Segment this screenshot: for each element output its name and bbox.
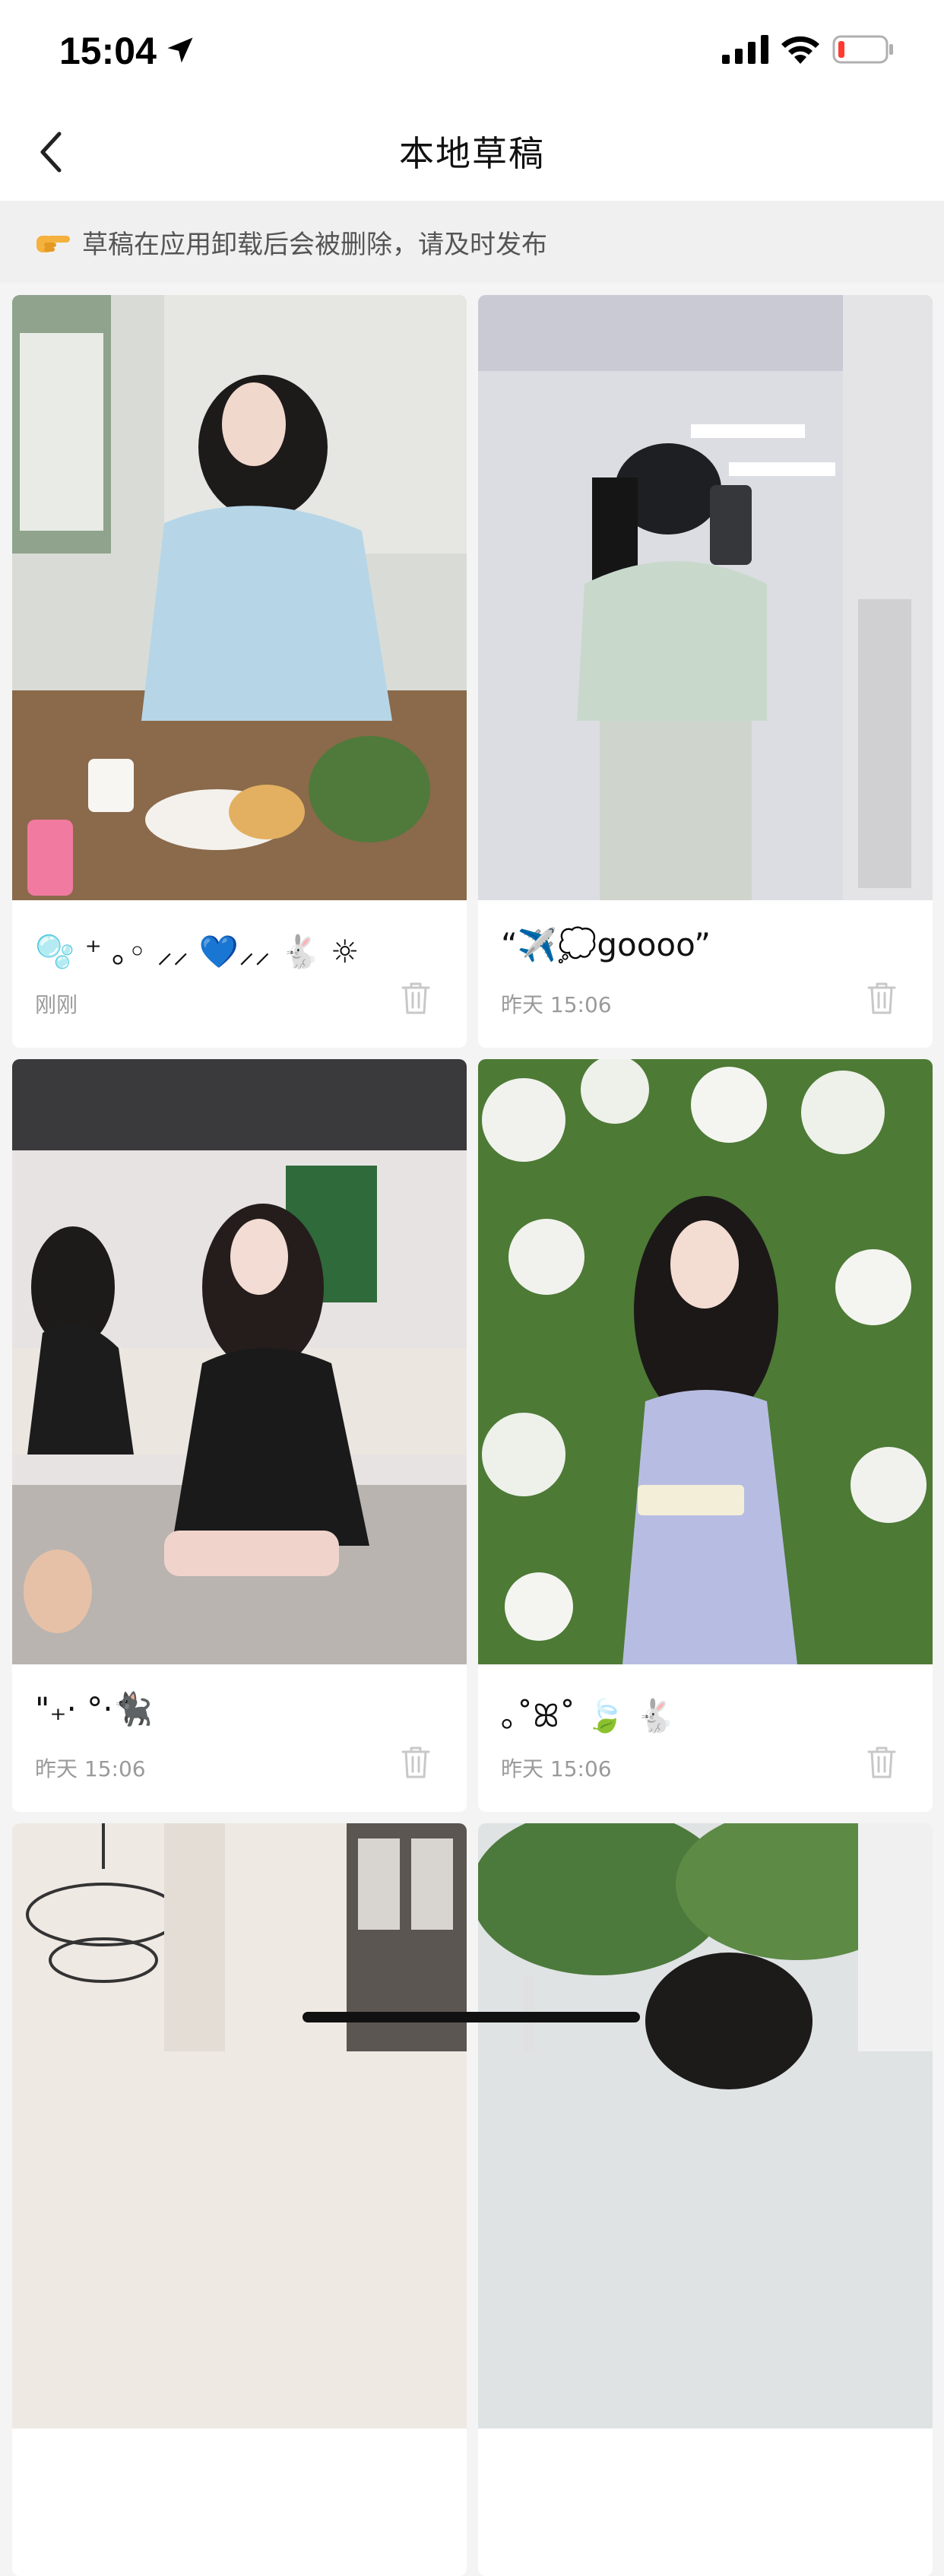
notice-banner: 草稿在应用卸载后会被删除，请及时发布 (0, 201, 944, 283)
trash-icon[interactable] (400, 1745, 432, 1780)
draft-card[interactable]: “✈️💭goooo” 昨天 15:06 (478, 295, 933, 1048)
draft-card[interactable]: ｡˚ꕤ˚ 🍃 🐇 昨天 15:06 (478, 1059, 933, 1812)
draft-title: 🫧 ⁺ ｡◦ ⸝⸝ 💙⸝⸝ 🐇 ☼ (35, 933, 360, 970)
draft-timestamp: 刚刚 (35, 992, 78, 1017)
draft-title: ｡˚ꕤ˚ 🍃 🐇 (501, 1697, 676, 1734)
status-time: 15:04 (59, 30, 157, 72)
draft-cover-image (478, 1823, 933, 2428)
trash-icon[interactable] (866, 981, 898, 1016)
status-bar: 15:04 (0, 0, 944, 99)
draft-cover-image (478, 295, 933, 900)
trash-icon[interactable] (866, 1745, 898, 1780)
notice-text: 草稿在应用卸载后会被删除，请及时发布 (82, 229, 547, 260)
home-indicator[interactable] (303, 2012, 640, 2022)
cellular-signal-icon (722, 35, 768, 64)
location-arrow-icon (167, 37, 193, 63)
navigation-bar: 本地草稿 (0, 99, 944, 201)
draft-card[interactable] (478, 1823, 933, 2576)
pointing-hand-icon (36, 236, 70, 252)
page-title: 本地草稿 (399, 133, 545, 174)
draft-timestamp: 昨天 15:06 (501, 992, 612, 1017)
trash-icon[interactable] (400, 981, 432, 1016)
draft-cover-image (12, 1823, 467, 2428)
draft-timestamp: 昨天 15:06 (35, 1756, 146, 1781)
draft-title: “✈️💭goooo” (501, 926, 711, 963)
draft-cover-image (12, 295, 467, 900)
draft-card[interactable]: 🫧 ⁺ ｡◦ ⸝⸝ 💙⸝⸝ 🐇 ☼ 刚刚 (12, 295, 467, 1048)
draft-title: "₊· °·🐈‍⬛ (35, 1690, 153, 1727)
draft-cover-image (12, 1059, 467, 1664)
wifi-icon (781, 36, 819, 64)
draft-cover-image (478, 1059, 933, 1664)
battery-icon (832, 35, 893, 64)
draft-timestamp: 昨天 15:06 (501, 1756, 612, 1781)
draft-card[interactable]: "₊· °·🐈‍⬛ 昨天 15:06 (12, 1059, 467, 1812)
draft-card[interactable] (12, 1823, 467, 2576)
